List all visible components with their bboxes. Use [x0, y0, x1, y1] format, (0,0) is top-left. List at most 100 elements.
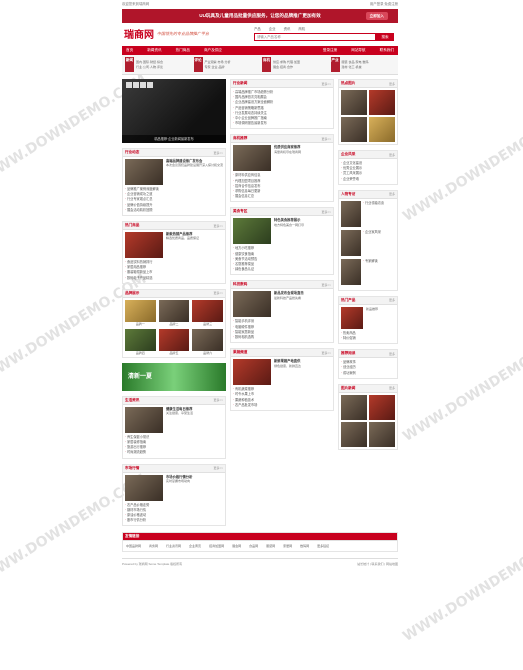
list-item[interactable]: 数码电子产品精选	[125, 276, 223, 281]
category-line[interactable]: 专家·企业·品牌	[205, 65, 231, 70]
search-tab[interactable]: 产品	[254, 26, 261, 31]
gallery-image[interactable]	[192, 328, 223, 351]
friend-link[interactable]: 数码网	[300, 544, 309, 548]
product-thumbnail[interactable]	[125, 232, 163, 259]
side-image[interactable]	[369, 394, 395, 420]
gallery-caption[interactable]: 品牌三	[192, 322, 223, 326]
search-tab[interactable]: 企业	[269, 26, 276, 31]
list-item[interactable]: 展会信息汇总	[233, 194, 331, 199]
person-photo[interactable]	[341, 229, 361, 256]
list-item[interactable]: 绿色食品认证	[233, 267, 331, 272]
person-name[interactable]: 专家解读	[363, 259, 378, 285]
list-item[interactable]: 时尚潮流趋势	[125, 450, 223, 455]
list-item[interactable]: 展会活动精彩回顾	[125, 208, 223, 213]
list-item[interactable]: 新品推荐	[366, 307, 378, 311]
more-link[interactable]: 更多>>	[213, 224, 223, 228]
product-thumbnail[interactable]	[341, 306, 363, 329]
person-name[interactable]: 行业领袖访谈	[363, 201, 384, 227]
friend-link[interactable]: 中国品牌网	[126, 544, 141, 548]
category-review[interactable]: 评论 产业观察·市场·分析 专家·企业·品牌	[193, 57, 259, 72]
side-image[interactable]	[341, 421, 367, 447]
category-line[interactable]: 展会·招商·合作	[273, 65, 300, 70]
person-name[interactable]: 企业家风采	[363, 230, 381, 256]
gallery-image[interactable]	[125, 299, 156, 322]
more-link[interactable]: 更多>>	[213, 291, 223, 295]
nav-item-home[interactable]: 首页	[126, 48, 133, 53]
category-biz[interactable]: 商机 供应·求购·代理·加盟 展会·招商·合作	[262, 57, 327, 72]
category-line[interactable]: 产业观察·市场·分析	[205, 60, 231, 65]
more-link[interactable]: 更多>>	[213, 466, 223, 470]
side-image[interactable]	[369, 421, 395, 447]
news-thumbnail[interactable]	[233, 218, 271, 245]
gallery-image[interactable]	[125, 328, 156, 351]
more-link[interactable]: 更多	[389, 298, 395, 302]
list-item[interactable]: 数码相机选购	[233, 335, 331, 340]
more-link[interactable]: 更多>>	[213, 398, 223, 402]
gallery-caption[interactable]: 品牌五	[159, 351, 190, 355]
top-banner[interactable]: UU玩具及儿童用品批量供应服务，让您的品牌推广更加有效 立即加入	[122, 9, 398, 23]
category-line[interactable]: 行业·公司·人物·评论	[136, 65, 163, 70]
side-image[interactable]	[341, 90, 367, 115]
news-thumbnail[interactable]	[233, 359, 271, 386]
friend-link[interactable]: 家居网	[283, 544, 292, 548]
category-industry[interactable]: 产业 服装·食品·家电·数码 建材·化工·机械	[330, 57, 396, 72]
friend-link[interactable]: 商务网	[149, 544, 158, 548]
list-item[interactable]: 企业荣誉墙	[341, 177, 395, 182]
side-image[interactable]	[341, 117, 367, 142]
more-link[interactable]: 更多	[389, 153, 395, 157]
gallery-image[interactable]	[158, 299, 190, 322]
news-thumbnail[interactable]	[233, 145, 271, 172]
friend-link[interactable]: 更多链接	[317, 544, 329, 548]
more-link[interactable]: 更多>>	[321, 210, 331, 214]
list-item[interactable]: 市场调研报告最新发布	[233, 121, 331, 126]
search-input[interactable]: 请输入产品名称	[254, 33, 376, 41]
more-link[interactable]: 更多>>	[321, 351, 331, 355]
ad-banner[interactable]: 清新一夏	[122, 362, 226, 391]
more-link[interactable]: 更多	[389, 82, 395, 86]
nav-item-hot[interactable]: 热门商品	[176, 48, 190, 53]
slider-dots[interactable]	[126, 82, 153, 88]
more-link[interactable]: 更多>>	[213, 151, 223, 155]
gallery-caption[interactable]: 品牌二	[159, 322, 190, 326]
news-thumbnail[interactable]	[233, 291, 271, 318]
list-item[interactable]: 股市行情分析	[125, 518, 223, 523]
category-line[interactable]: 国内·国际·财经·综合	[136, 60, 163, 65]
logo[interactable]: 瑞商网	[124, 26, 154, 41]
friend-link[interactable]: 行业资讯网	[166, 544, 181, 548]
gallery-image[interactable]	[192, 299, 223, 322]
news-thumbnail[interactable]	[125, 159, 163, 185]
footer-links[interactable]: 站长统计 | 联系我们 | 网站地图	[357, 562, 398, 567]
nav-item-sitemap[interactable]: 网站导航	[351, 48, 365, 53]
list-item[interactable]: 农产品批发市场	[233, 403, 331, 408]
banner-button[interactable]: 立即加入	[365, 12, 388, 20]
friend-link[interactable]: 展会网	[232, 544, 241, 548]
category-news[interactable]: 新闻 国内·国际·财经·综合 行业·公司·人物·评论	[125, 57, 190, 72]
news-thumbnail[interactable]	[125, 474, 163, 501]
news-thumbnail[interactable]	[125, 406, 163, 433]
more-link[interactable]: 更多	[389, 352, 395, 356]
search-button[interactable]: 搜索	[376, 33, 394, 41]
category-line[interactable]: 服装·食品·家电·数码	[342, 60, 369, 65]
person-photo[interactable]	[341, 258, 361, 285]
category-line[interactable]: 建材·化工·机械	[342, 65, 369, 70]
side-image[interactable]	[341, 394, 367, 420]
image-slider[interactable]: 精品推荐·企业新闻最新发布	[122, 79, 226, 143]
friend-link[interactable]: 服装网	[266, 544, 275, 548]
search-tab[interactable]: 资讯	[284, 26, 291, 31]
more-link[interactable]: 更多	[389, 192, 395, 196]
side-image[interactable]	[369, 117, 395, 142]
friend-link[interactable]: 企业黄页	[189, 544, 201, 548]
more-link[interactable]: 更多>>	[321, 283, 331, 287]
more-link[interactable]: 更多>>	[321, 82, 331, 86]
category-line[interactable]: 供应·求购·代理·加盟	[273, 60, 300, 65]
nav-item-supply[interactable]: 商户及供应	[204, 48, 222, 53]
more-link[interactable]: 更多>>	[321, 137, 331, 141]
list-item[interactable]: 成功案例	[341, 371, 395, 376]
gallery-image[interactable]	[158, 328, 190, 351]
gallery-caption[interactable]: 品牌一	[125, 322, 156, 326]
search-tab[interactable]: 商机	[298, 26, 305, 31]
list-item[interactable]: 特价促销	[341, 336, 395, 341]
gallery-caption[interactable]: 品牌四	[125, 351, 156, 355]
nav-item-news[interactable]: 新闻资讯	[147, 48, 161, 53]
friend-link[interactable]: 食品网	[249, 544, 258, 548]
